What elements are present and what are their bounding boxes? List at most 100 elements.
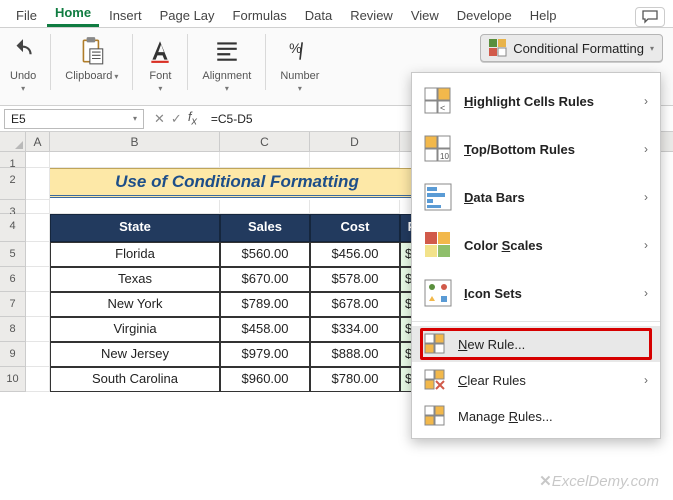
number-label: Number: [280, 70, 319, 82]
cell[interactable]: [310, 200, 400, 214]
tab-insert[interactable]: Insert: [101, 4, 150, 27]
table-cell[interactable]: $789.00: [220, 292, 310, 317]
cell[interactable]: [220, 200, 310, 214]
cell[interactable]: [26, 168, 50, 200]
menu-item-icon-sets[interactable]: Icon Sets›: [412, 269, 660, 317]
table-cell[interactable]: $979.00: [220, 342, 310, 367]
cell[interactable]: [26, 242, 50, 267]
row-header[interactable]: 8: [0, 317, 26, 342]
menu-item-label: Clear Rules: [458, 373, 632, 388]
table-header[interactable]: Cost: [310, 214, 400, 242]
paste-icon: [79, 34, 105, 68]
cell[interactable]: [26, 367, 50, 392]
menu-item-color-scales[interactable]: Color Scales›: [412, 221, 660, 269]
tab-data[interactable]: Data: [297, 4, 340, 27]
tab-develope[interactable]: Develope: [449, 4, 520, 27]
hcr-icon: <: [424, 87, 452, 115]
table-cell[interactable]: $888.00: [310, 342, 400, 367]
accept-formula-icon[interactable]: ✓: [171, 111, 182, 127]
table-cell[interactable]: $670.00: [220, 267, 310, 292]
table-cell[interactable]: New York: [50, 292, 220, 317]
alignment-group[interactable]: Alignment ▾: [202, 34, 251, 93]
table-cell[interactable]: $578.00: [310, 267, 400, 292]
menu-item-manage-rules-[interactable]: Manage Rules...: [412, 398, 660, 434]
tab-formulas[interactable]: Formulas: [225, 4, 295, 27]
undo-group[interactable]: Undo ▾: [10, 34, 36, 93]
table-cell[interactable]: $780.00: [310, 367, 400, 392]
menu-item-new-rule-[interactable]: New Rule...: [412, 326, 660, 362]
menu-item-label: Manage Rules...: [458, 409, 648, 424]
table-header[interactable]: State: [50, 214, 220, 242]
conditional-formatting-menu: <Highlight Cells Rules›10Top/Bottom Rule…: [411, 72, 661, 439]
row-header[interactable]: 2: [0, 168, 26, 200]
row-header[interactable]: 1: [0, 152, 26, 168]
tab-review[interactable]: Review: [342, 4, 401, 27]
number-group[interactable]: % Number ▾: [280, 34, 319, 93]
bars-icon: [424, 183, 452, 211]
table-cell[interactable]: $560.00: [220, 242, 310, 267]
scales-icon: [424, 231, 452, 259]
table-cell[interactable]: South Carolina: [50, 367, 220, 392]
svg-text:10: 10: [440, 152, 449, 161]
column-header[interactable]: A: [26, 132, 50, 151]
cell[interactable]: [50, 200, 220, 214]
conditional-formatting-button[interactable]: Conditional Formatting ▾: [480, 34, 663, 62]
table-cell[interactable]: Virginia: [50, 317, 220, 342]
fx-icon[interactable]: fx: [188, 109, 197, 128]
tab-page-lay[interactable]: Page Lay: [152, 4, 223, 27]
tab-help[interactable]: Help: [522, 4, 565, 27]
row-header[interactable]: 6: [0, 267, 26, 292]
cell[interactable]: [26, 152, 50, 168]
table-cell[interactable]: $960.00: [220, 367, 310, 392]
conditional-formatting-icon: [489, 39, 507, 57]
name-box[interactable]: E5 ▾: [4, 109, 144, 129]
select-all-corner[interactable]: [0, 132, 26, 151]
row-header[interactable]: 9: [0, 342, 26, 367]
cancel-formula-icon[interactable]: ✕: [154, 111, 165, 127]
cell[interactable]: [310, 152, 400, 168]
row-header[interactable]: 7: [0, 292, 26, 317]
table-cell[interactable]: $678.00: [310, 292, 400, 317]
row-header[interactable]: 5: [0, 242, 26, 267]
cell[interactable]: [220, 152, 310, 168]
new-icon: [424, 333, 446, 355]
row-header[interactable]: 10: [0, 367, 26, 392]
cell[interactable]: [26, 317, 50, 342]
name-box-value: E5: [11, 112, 26, 126]
table-cell[interactable]: Florida: [50, 242, 220, 267]
font-group[interactable]: Font ▾: [147, 34, 173, 93]
table-cell[interactable]: $334.00: [310, 317, 400, 342]
column-header[interactable]: C: [220, 132, 310, 151]
column-header[interactable]: B: [50, 132, 220, 151]
menu-item-top-bottom-rules[interactable]: 10Top/Bottom Rules›: [412, 125, 660, 173]
tab-view[interactable]: View: [403, 4, 447, 27]
menu-item-clear-rules[interactable]: Clear Rules ›: [412, 362, 660, 398]
menu-item-data-bars[interactable]: Data Bars›: [412, 173, 660, 221]
column-header[interactable]: D: [310, 132, 400, 151]
clipboard-group[interactable]: Clipboard ▾: [65, 34, 118, 82]
cell[interactable]: [26, 214, 50, 242]
row-header[interactable]: 3: [0, 200, 26, 214]
chevron-right-icon: ›: [644, 373, 648, 387]
cell[interactable]: [26, 292, 50, 317]
menu-item-highlight-cells-rules[interactable]: <Highlight Cells Rules›: [412, 77, 660, 125]
cell[interactable]: [50, 152, 220, 168]
menu-item-label: New Rule...: [458, 337, 648, 352]
comments-button[interactable]: [635, 7, 665, 27]
sheet-title[interactable]: Use of Conditional Formatting: [50, 168, 424, 198]
chevron-right-icon: ›: [644, 286, 648, 300]
table-cell[interactable]: $456.00: [310, 242, 400, 267]
table-header[interactable]: Sales: [220, 214, 310, 242]
watermark: ✕ExcelDemy.com: [539, 472, 659, 490]
tab-home[interactable]: Home: [47, 1, 99, 27]
cell[interactable]: [26, 267, 50, 292]
row-header[interactable]: 4: [0, 214, 26, 242]
chevron-right-icon: ›: [644, 94, 648, 108]
chevron-right-icon: ›: [644, 190, 648, 204]
cell[interactable]: [26, 342, 50, 367]
tab-file[interactable]: File: [8, 4, 45, 27]
table-cell[interactable]: New Jersey: [50, 342, 220, 367]
cell[interactable]: [26, 200, 50, 214]
table-cell[interactable]: Texas: [50, 267, 220, 292]
table-cell[interactable]: $458.00: [220, 317, 310, 342]
